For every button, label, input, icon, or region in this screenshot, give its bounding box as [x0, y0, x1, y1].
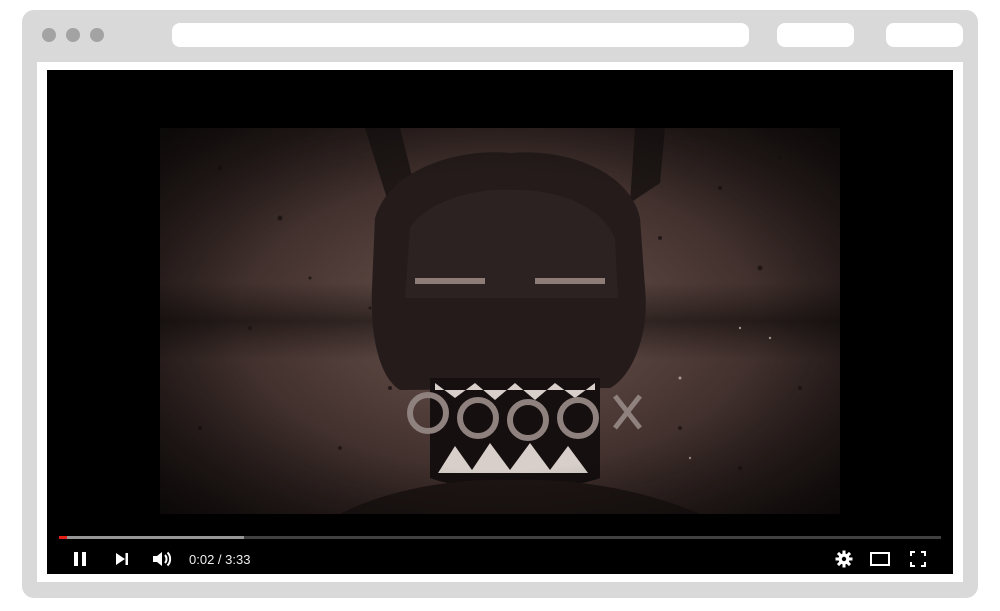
fullscreen-icon	[910, 551, 926, 567]
volume-icon	[153, 551, 172, 567]
next-icon	[116, 553, 128, 565]
played-bar	[59, 536, 68, 539]
time-separator: /	[214, 552, 226, 567]
volume-button[interactable]	[149, 547, 175, 571]
address-bar[interactable]	[172, 23, 749, 47]
close-window-button[interactable]	[42, 28, 56, 42]
pause-icon	[74, 552, 86, 566]
next-button[interactable]	[109, 547, 135, 571]
maximize-window-button[interactable]	[90, 28, 104, 42]
video-frame[interactable]	[160, 128, 840, 514]
gear-icon	[835, 550, 853, 568]
window-controls	[42, 28, 104, 42]
minimize-window-button[interactable]	[66, 28, 80, 42]
toolbar-button-1[interactable]	[777, 23, 854, 47]
toolbar-button-2[interactable]	[886, 23, 963, 47]
browser-window: 0:02 / 3:33	[22, 10, 978, 598]
time-display: 0:02 / 3:33	[189, 552, 250, 567]
duration: 3:33	[225, 552, 251, 567]
video-player[interactable]: 0:02 / 3:33	[47, 70, 953, 574]
settings-button[interactable]	[831, 547, 857, 571]
current-time: 0:02	[189, 552, 215, 567]
theater-mode-button[interactable]	[867, 547, 893, 571]
player-controls: 0:02 / 3:33	[47, 544, 953, 574]
theater-mode-icon	[870, 552, 890, 566]
buffered-bar	[59, 536, 245, 539]
page-content: 0:02 / 3:33	[37, 62, 963, 582]
video-still-image	[160, 128, 840, 514]
pause-button[interactable]	[67, 547, 93, 571]
fullscreen-button[interactable]	[905, 547, 931, 571]
progress-bar[interactable]	[59, 536, 941, 539]
